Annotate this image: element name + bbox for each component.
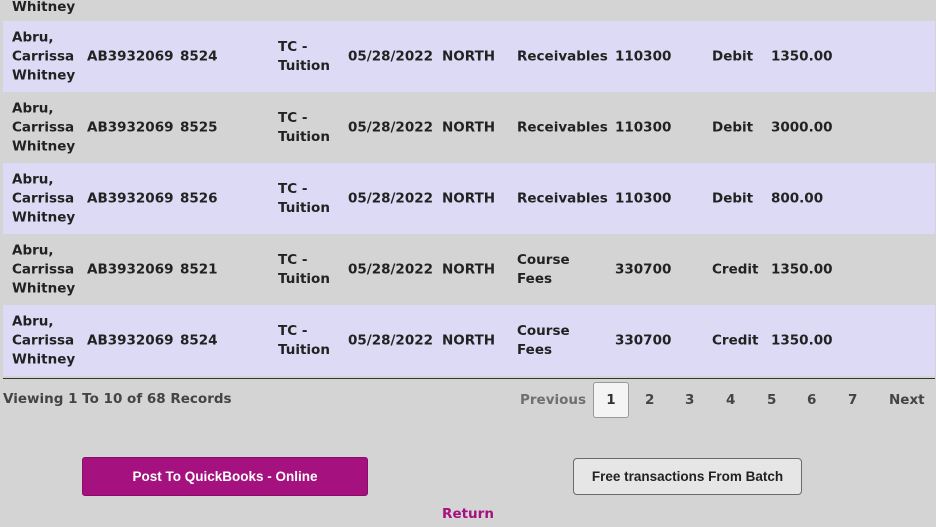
cell-type: TC - Tuition (278, 180, 330, 216)
cell-account-code: 330700 (615, 332, 672, 348)
post-to-quickbooks-button[interactable]: Post To QuickBooks - Online (82, 457, 368, 496)
cell-student-id: AB3932069 (87, 190, 174, 206)
pagination-page-4[interactable]: 4 (726, 382, 735, 418)
cell-region: NORTH (442, 190, 496, 206)
cell-name: Whitney (12, 0, 76, 15)
table-row: Abru, Carrissa Whitney AB3932069 8524 TC - … (3, 21, 935, 92)
transactions-table: Whitney Abru, Carrissa Whitney AB3932069 8… (3, 0, 935, 376)
pagination-previous[interactable]: Previous (520, 382, 586, 418)
pagination-page-3[interactable]: 3 (685, 382, 694, 418)
cell-transaction-number: 8526 (180, 190, 218, 206)
cell-name: Abru, Carrissa Whitney (12, 100, 76, 154)
cell-name: Abru, Carrissa Whitney (12, 29, 76, 83)
cell-date: 05/28/2022 (348, 332, 434, 348)
cell-region: NORTH (442, 119, 496, 135)
cell-date: 05/28/2022 (348, 48, 434, 64)
cell-debit-credit: Debit (712, 190, 754, 206)
pagination-page-2[interactable]: 2 (645, 382, 654, 418)
pagination-page-6[interactable]: 6 (807, 382, 816, 418)
cell-account: Course Fees (517, 251, 570, 287)
cell-transaction-number: 8524 (180, 332, 218, 348)
cell-account-code: 110300 (615, 119, 672, 135)
table-row: Abru, Carrissa Whitney AB3932069 8526 TC - … (3, 163, 935, 234)
cell-account: Receivables (517, 48, 608, 64)
cell-account: Course Fees (517, 322, 570, 358)
table-row: Abru, Carrissa Whitney AB3932069 8525 TC - … (3, 92, 935, 163)
cell-student-id: AB3932069 (87, 261, 174, 277)
cell-transaction-number: 8521 (180, 261, 218, 277)
cell-name: Abru, Carrissa Whitney (12, 313, 76, 367)
cell-account-code: 330700 (615, 261, 672, 277)
cell-type: TC - Tuition (278, 38, 330, 74)
cell-student-id: AB3932069 (87, 48, 174, 64)
cell-account: Receivables (517, 190, 608, 206)
cell-date: 05/28/2022 (348, 119, 434, 135)
cell-student-id: AB3932069 (87, 332, 174, 348)
cell-name: Abru, Carrissa Whitney (12, 171, 76, 225)
cell-amount: 1350.00 (771, 261, 833, 277)
pagination-page-5[interactable]: 5 (767, 382, 776, 418)
cell-amount: 3000.00 (771, 119, 833, 135)
cell-account-code: 110300 (615, 190, 672, 206)
cell-account: Receivables (517, 119, 608, 135)
cell-debit-credit: Credit (712, 332, 759, 348)
table-row: Abru, Carrissa Whitney AB3932069 8524 TC - … (3, 305, 935, 376)
cell-type: TC - Tuition (278, 322, 330, 358)
pagination-page-1[interactable]: 1 (593, 382, 629, 418)
return-link[interactable]: Return (0, 506, 936, 522)
free-transactions-button[interactable]: Free transactions From Batch (573, 458, 802, 495)
pagination-next[interactable]: Next (889, 382, 925, 418)
pagination-page-7[interactable]: 7 (848, 382, 857, 418)
cell-region: NORTH (442, 261, 496, 277)
table-row: Whitney (3, 0, 935, 21)
cell-amount: 1350.00 (771, 48, 833, 64)
cell-date: 05/28/2022 (348, 261, 434, 277)
cell-region: NORTH (442, 48, 496, 64)
table-row: Abru, Carrissa Whitney AB3932069 8521 TC - … (3, 234, 935, 305)
cell-date: 05/28/2022 (348, 190, 434, 206)
cell-debit-credit: Debit (712, 48, 754, 64)
cell-amount: 1350.00 (771, 332, 833, 348)
table-divider (3, 378, 935, 379)
cell-amount: 800.00 (771, 190, 824, 206)
cell-region: NORTH (442, 332, 496, 348)
cell-transaction-number: 8525 (180, 119, 218, 135)
records-count: Viewing 1 To 10 of 68 Records (3, 391, 232, 407)
cell-transaction-number: 8524 (180, 48, 218, 64)
cell-account-code: 110300 (615, 48, 672, 64)
cell-debit-credit: Debit (712, 119, 754, 135)
cell-name: Abru, Carrissa Whitney (12, 242, 76, 296)
cell-student-id: AB3932069 (87, 119, 174, 135)
cell-type: TC - Tuition (278, 109, 330, 145)
table-body: Abru, Carrissa Whitney AB3932069 8524 TC - … (3, 21, 935, 376)
cell-type: TC - Tuition (278, 251, 330, 287)
cell-debit-credit: Credit (712, 261, 759, 277)
